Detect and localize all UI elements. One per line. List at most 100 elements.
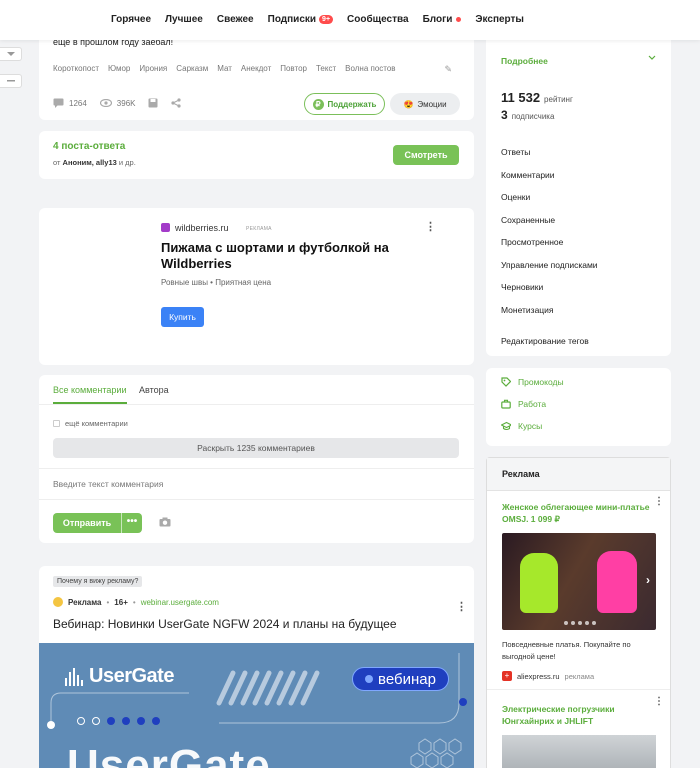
nav-blogs-label: Блоги xyxy=(422,14,453,25)
emotions-label: Эмоции xyxy=(417,99,447,109)
main-nav: Горячее Лучшее Свежее Подписки 9+ Сообщес… xyxy=(111,14,538,25)
tab-author-comments[interactable]: Автора xyxy=(139,385,169,395)
sidebar-ad-image[interactable]: › xyxy=(502,533,656,630)
nav-fresh[interactable]: Свежее xyxy=(217,14,254,25)
divider xyxy=(39,468,474,469)
wildberries-ad-card[interactable]: wildberries.ru РЕКЛАМА ⋮ Пижама с шортам… xyxy=(39,208,474,365)
carousel-dots xyxy=(564,621,596,625)
banner-dot-row xyxy=(77,717,160,725)
tag[interactable]: Короткопост xyxy=(53,64,99,73)
edit-tags-pencil-icon[interactable]: ✎ xyxy=(444,64,452,75)
post-card: еще в прошлом году заебал! Короткопост Ю… xyxy=(39,28,474,120)
ad-title[interactable]: Вебинар: Новинки UserGate NGFW 2024 и пл… xyxy=(53,617,397,631)
save-icon[interactable] xyxy=(148,98,158,108)
nav-experts[interactable]: Эксперты xyxy=(475,14,524,25)
tag[interactable]: Сарказм xyxy=(176,64,208,73)
jobs-link[interactable]: Работа xyxy=(501,399,546,409)
answer-posts-title[interactable]: 4 поста-ответа xyxy=(53,141,125,152)
tag-icon xyxy=(501,377,511,387)
nav-best[interactable]: Лучшее xyxy=(165,14,203,25)
tag[interactable]: Ирония xyxy=(139,64,167,73)
why-ad-button[interactable]: Почему я вижу рекламу? xyxy=(53,576,143,587)
more-comments-toggle[interactable]: ещё комментарии xyxy=(53,419,128,428)
post-stats: 1264 396K xyxy=(53,98,182,108)
rating-label: рейтинг xyxy=(544,95,573,104)
sidebar-ad-image[interactable] xyxy=(502,735,656,768)
comment-input[interactable]: Введите текст комментария xyxy=(53,479,163,489)
sidebar-ad-source: + aliexpress.ru реклама xyxy=(502,671,594,681)
wildberries-logo-icon xyxy=(161,223,170,232)
ad-menu-kebab-icon[interactable]: ⋮ xyxy=(654,696,664,707)
menu-item-answers[interactable]: Ответы xyxy=(501,147,598,170)
send-options-button[interactable]: ••• xyxy=(121,513,142,533)
nav-communities-label: Сообщества xyxy=(347,14,409,25)
tag[interactable]: Текст xyxy=(316,64,336,73)
sidebar-ad-label: реклама xyxy=(564,671,595,681)
nav-communities[interactable]: Сообщества xyxy=(347,14,409,25)
expand-comments-button[interactable]: Раскрыть 1235 комментариев xyxy=(53,438,459,458)
separator: • xyxy=(132,597,136,607)
menu-item-manage-subscriptions[interactable]: Управление подписками xyxy=(501,260,598,283)
ad-menu-kebab-icon[interactable]: ⋮ xyxy=(654,496,664,507)
ads-sidebar-block: Реклама Женское облегающее мини-платье O… xyxy=(486,457,671,768)
menu-item-viewed[interactable]: Просмотренное xyxy=(501,237,598,260)
menu-item-monetization[interactable]: Монетизация xyxy=(501,305,598,328)
dress-figure xyxy=(520,553,558,613)
nav-hot-label: Горячее xyxy=(111,14,152,25)
share-icon[interactable] xyxy=(171,98,182,108)
nav-subscriptions[interactable]: Подписки 9+ xyxy=(267,14,334,25)
support-button[interactable]: ₽ Поддержать xyxy=(304,93,385,115)
divider xyxy=(39,499,474,500)
ad-domain-link[interactable]: webinar.usergate.com xyxy=(141,598,219,607)
emotions-button[interactable]: 😍 Эмоции xyxy=(390,93,460,115)
promocodes-link[interactable]: Промокоды xyxy=(501,377,564,387)
sidebar-ad-title[interactable]: Электрические погрузчики Юнгхайнрих и JH… xyxy=(502,703,652,727)
menu-item-ratings[interactable]: Оценки xyxy=(501,192,598,215)
from-names: Аноним, ally13 xyxy=(62,158,117,167)
advertiser-avatar xyxy=(53,597,63,607)
graduation-cap-icon xyxy=(501,421,511,431)
tab-all-comments[interactable]: Все комментарии xyxy=(53,385,127,395)
courses-link[interactable]: Курсы xyxy=(501,421,542,431)
tag[interactable]: Анекдот xyxy=(241,64,271,73)
carousel-next-icon[interactable]: › xyxy=(646,573,650,587)
buy-button[interactable]: Купить xyxy=(161,307,204,327)
from-suffix: и др. xyxy=(118,158,136,167)
comment-icon[interactable] xyxy=(53,98,64,108)
tag[interactable]: Мат xyxy=(217,64,232,73)
nav-subscriptions-label: Подписки xyxy=(267,14,317,25)
send-button[interactable]: Отправить xyxy=(53,518,121,528)
sidebar-ad-domain[interactable]: aliexpress.ru xyxy=(517,672,560,681)
menu-item-drafts[interactable]: Черновики xyxy=(501,282,598,305)
checkbox[interactable] xyxy=(53,420,60,427)
sidebar-ad-title[interactable]: Женское облегающее мини-платье OMSJ. 1 0… xyxy=(502,501,652,525)
promocodes-label: Промокоды xyxy=(518,377,564,387)
usergate-ad-card[interactable]: Почему я вижу рекламу? Реклама • 16+ • w… xyxy=(39,566,474,768)
ad-menu-kebab-icon[interactable]: ⋮ xyxy=(425,220,436,233)
top-navigation-bar: Горячее Лучшее Свежее Подписки 9+ Сообщес… xyxy=(0,0,700,40)
menu-item-comments[interactable]: Комментарии xyxy=(501,170,598,193)
ad-meta: Реклама • 16+ • webinar.usergate.com xyxy=(53,597,219,607)
ad-banner-image[interactable]: UserGate вебинар UserGate xyxy=(39,643,474,768)
tag[interactable]: Юмор xyxy=(108,64,130,73)
collapse-toggle-button[interactable] xyxy=(0,47,22,61)
nav-hot[interactable]: Горячее xyxy=(111,14,151,25)
watch-button[interactable]: Смотреть xyxy=(393,145,459,165)
camera-icon[interactable] xyxy=(159,517,171,527)
menu-item-edit-tags[interactable]: Редактирование тегов xyxy=(501,336,598,359)
more-info-link[interactable]: Подробнее xyxy=(501,56,548,66)
tag[interactable]: Волна постов xyxy=(345,64,395,73)
comments-count[interactable]: 1264 xyxy=(69,99,87,108)
ad-title[interactable]: Пижама с шортами и футболкой на Wildberr… xyxy=(161,240,391,272)
views-count: 396K xyxy=(116,98,136,108)
aliexpress-logo-icon: + xyxy=(502,671,512,681)
ad-domain: wildberries.ru xyxy=(175,223,229,233)
ad-menu-kebab-icon[interactable]: ⋮ xyxy=(456,600,467,613)
tag[interactable]: Повтор xyxy=(280,64,307,73)
nav-blogs[interactable]: Блоги xyxy=(423,14,462,25)
jobs-label: Работа xyxy=(518,399,547,409)
menu-item-saved[interactable]: Сохраненные xyxy=(501,215,598,238)
chevron-down-icon[interactable] xyxy=(648,55,656,60)
ad-label: РЕКЛАМА xyxy=(246,226,272,232)
minus-button[interactable] xyxy=(0,74,22,88)
